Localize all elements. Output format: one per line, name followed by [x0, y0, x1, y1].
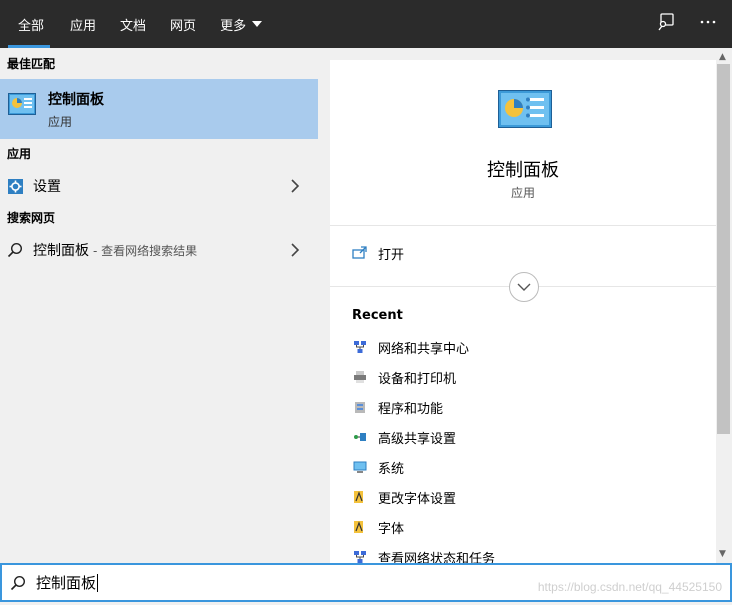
recent-item[interactable]: 更改字体设置 — [330, 482, 716, 512]
tab-web[interactable]: 网页 — [158, 0, 208, 48]
feedback-icon[interactable] — [656, 13, 676, 35]
chevron-right-icon[interactable] — [290, 178, 300, 197]
scroll-up-icon[interactable]: ▲ — [719, 52, 726, 62]
preview-pane: 控制面板 应用 打开 Recent 网络和共享中心 设备和打印机 程序和功能 高… — [330, 60, 716, 563]
recent-list: 网络和共享中心 设备和打印机 程序和功能 高级共享设置 系统 更改字体设置 字体 — [330, 332, 716, 563]
expand-button[interactable] — [509, 272, 539, 302]
watermark: https://blog.csdn.net/qq_44525150 — [537, 580, 722, 594]
best-match-item[interactable]: 控制面板 应用 — [0, 79, 318, 139]
font-icon — [352, 519, 368, 535]
web-search-label: 控制面板 — [33, 243, 89, 259]
recent-item[interactable]: 程序和功能 — [330, 392, 716, 422]
control-panel-icon — [498, 90, 552, 128]
best-match-title: 控制面板 — [48, 92, 104, 108]
scrollbar-thumb[interactable] — [717, 64, 730, 434]
recent-item[interactable]: 系统 — [330, 452, 716, 482]
app-item-label: 设置 — [33, 179, 61, 195]
preview-title: 控制面板 — [487, 160, 559, 181]
best-match-header: 最佳匹配 — [7, 56, 56, 71]
system-icon — [352, 459, 368, 475]
font-icon — [352, 489, 368, 505]
best-match-subtitle: 应用 — [48, 115, 73, 129]
recent-item[interactable]: 字体 — [330, 512, 716, 542]
recent-item[interactable]: 高级共享设置 — [330, 422, 716, 452]
chevron-down-icon — [252, 21, 263, 27]
settings-gear-icon — [7, 178, 23, 194]
network-icon — [352, 339, 368, 355]
apps-header: 应用 — [7, 146, 32, 161]
preview-header: 控制面板 应用 — [330, 60, 716, 226]
scroll-down-icon[interactable]: ▼ — [719, 549, 726, 559]
recent-header: Recent — [352, 308, 403, 323]
web-search-suffix: - 查看网络搜索结果 — [93, 243, 198, 258]
search-icon — [10, 575, 26, 591]
sharing-icon — [352, 429, 368, 445]
open-action[interactable]: 打开 — [330, 240, 716, 266]
preview-subtitle: 应用 — [510, 186, 535, 200]
recent-item[interactable]: 设备和打印机 — [330, 362, 716, 392]
app-item-settings[interactable]: 设置 — [0, 170, 318, 202]
tab-more[interactable]: 更多 — [208, 0, 274, 48]
web-search-item[interactable]: 控制面板 - 查看网络搜索结果 — [0, 234, 318, 266]
chevron-down-icon — [517, 283, 531, 291]
more-options-icon[interactable] — [698, 13, 718, 35]
network-icon — [352, 549, 368, 563]
control-panel-icon — [8, 93, 36, 117]
search-icon — [7, 242, 23, 258]
search-input[interactable]: 控制面板 — [36, 572, 96, 593]
tab-documents[interactable]: 文档 — [108, 0, 158, 48]
search-filter-bar: 全部 应用 文档 网页 更多 — [0, 0, 732, 48]
printer-icon — [352, 369, 368, 385]
open-label: 打开 — [378, 247, 405, 263]
open-icon — [352, 245, 368, 261]
chevron-right-icon[interactable] — [290, 242, 300, 261]
text-cursor — [97, 573, 99, 592]
web-search-header: 搜索网页 — [7, 210, 56, 225]
programs-icon — [352, 399, 368, 415]
tab-all[interactable]: 全部 — [0, 0, 58, 48]
results-list: 最佳匹配 控制面板 应用 应用 设置 搜索网页 控制面板 - 查看网络搜索结果 — [0, 48, 318, 563]
scrollbar[interactable]: ▲ ▼ — [716, 48, 732, 563]
recent-item[interactable]: 网络和共享中心 — [330, 332, 716, 362]
recent-item[interactable]: 查看网络状态和任务 — [330, 542, 716, 563]
tab-apps[interactable]: 应用 — [58, 0, 108, 48]
